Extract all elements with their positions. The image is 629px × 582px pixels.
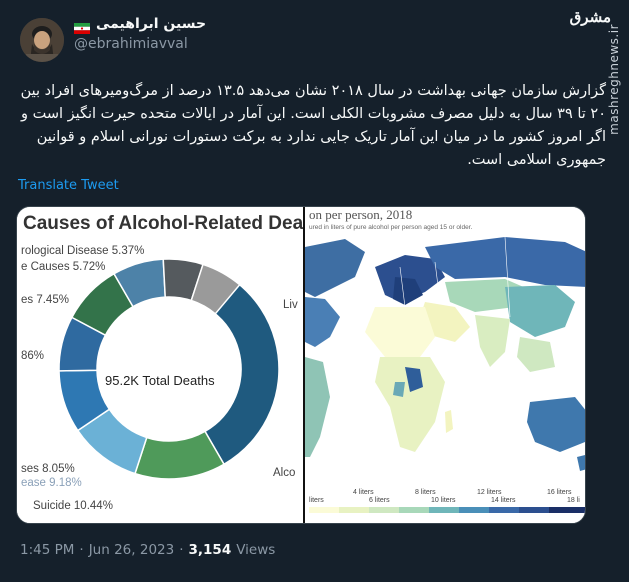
meta-separator: · <box>79 542 84 558</box>
tweet-date[interactable]: Jun 26, 2023 <box>89 542 175 558</box>
slice-label-other: e Causes 5.72% <box>21 261 106 273</box>
legend-label-2: 6 liters <box>369 497 390 504</box>
iran-flag-icon <box>74 19 90 34</box>
slice-label-745: es 7.45% <box>21 294 69 306</box>
legend-label-1: 4 liters <box>353 489 374 496</box>
views-label: Views <box>236 542 276 558</box>
name-row: حسین ابراهیمی <box>74 16 206 34</box>
legend-label-4: 10 liters <box>431 497 456 504</box>
legend-label-5: 12 liters <box>477 489 502 496</box>
slice-label-918: ease 9.18% <box>21 477 82 489</box>
meta-separator-2: · <box>179 542 184 558</box>
legend-label-6: 14 liters <box>491 497 516 504</box>
donut-chart-image[interactable]: Causes of Alcohol-Related Deat rological… <box>17 207 303 523</box>
tweet-meta: 1:45 PM · Jun 26, 2023 · 3,154 Views <box>20 542 275 558</box>
legend-label-0: liters <box>309 497 324 504</box>
slice-label-805: ses 8.05% <box>21 463 75 475</box>
watermark-logo: مشرق <box>569 8 611 26</box>
tweet-text: گزارش سازمان جهانی بهداشت در سال ۲۰۱۸ نش… <box>20 83 606 168</box>
tweet: حسین ابراهیمی @ebrahimiavval mashreghnew… <box>0 0 629 582</box>
chart-title: Causes of Alcohol-Related Deat <box>23 213 303 234</box>
legend-label-7: 16 liters <box>547 489 572 496</box>
tweet-media[interactable]: Causes of Alcohol-Related Deat rological… <box>16 206 586 524</box>
display-name[interactable]: حسین ابراهیمی <box>96 16 206 32</box>
legend-label-3: 8 liters <box>415 489 436 496</box>
legend-label-8: 18 li <box>567 497 580 504</box>
user-handle[interactable]: @ebrahimiavval <box>74 36 206 52</box>
slice-label-86: 86% <box>21 350 45 362</box>
tweet-header: حسین ابراهیمی @ebrahimiavval <box>74 16 206 52</box>
tweet-time[interactable]: 1:45 PM <box>20 542 74 558</box>
views-count: 3,154 <box>188 542 232 558</box>
slice-label-suicide: Suicide 10.44% <box>33 500 113 512</box>
slice-label-alco: Alco <box>273 467 296 479</box>
avatar[interactable] <box>20 18 64 62</box>
donut-center-text: 95.2K Total Deaths <box>105 373 215 388</box>
world-map <box>305 235 585 513</box>
watermark-site: mashreghnews.ir <box>607 24 621 135</box>
translate-tweet-link[interactable]: Translate Tweet <box>18 178 119 193</box>
world-map-image[interactable]: on per person, 2018 ured in liters of pu… <box>305 207 585 523</box>
slice-label-live: Liv <box>283 299 298 311</box>
slice-label-neuro: rological Disease 5.37% <box>21 245 145 257</box>
